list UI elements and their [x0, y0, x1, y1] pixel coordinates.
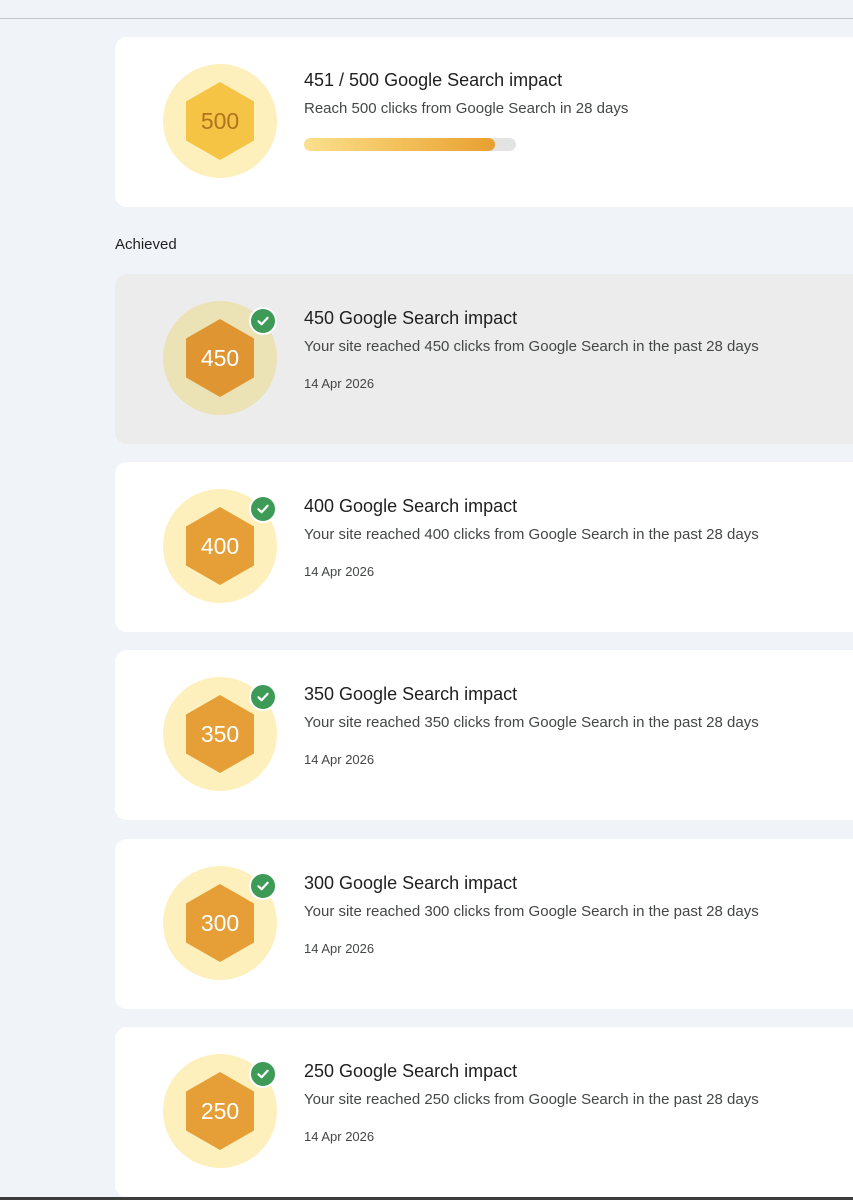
- achievement-date: 14 Apr 2026: [304, 564, 375, 579]
- check-circle-icon: [249, 872, 277, 900]
- achievement-date: 14 Apr 2026: [304, 941, 375, 956]
- achieved-section-label: Achieved: [115, 236, 177, 253]
- hexagon-badge-icon: 400: [163, 489, 277, 603]
- achievement-date: 14 Apr 2026: [304, 752, 375, 767]
- achievement-description: Your site reached 450 clicks from Google…: [304, 338, 759, 355]
- achievement-title: 300 Google Search impact: [304, 873, 518, 893]
- achievement-title: 250 Google Search impact: [304, 1061, 518, 1081]
- achievement-description: Your site reached 350 clicks from Google…: [304, 714, 759, 731]
- achievement-date: 14 Apr 2026: [304, 376, 375, 391]
- badge-value: 500: [200, 107, 240, 134]
- achievement-title: 450 Google Search impact: [304, 308, 518, 328]
- achievement-description: Your site reached 250 clicks from Google…: [304, 1091, 759, 1108]
- achievement-description: Your site reached 400 clicks from Google…: [304, 526, 759, 543]
- achievement-card[interactable]: 400 400 Google Search impact Your site r…: [115, 462, 853, 632]
- achievement-card[interactable]: 250 250 Google Search impact Your site r…: [115, 1027, 853, 1197]
- goal-title: 451 / 500 Google Search impact: [304, 70, 563, 90]
- hexagon-badge-icon: 450: [163, 301, 277, 415]
- check-circle-icon: [249, 495, 277, 523]
- hexagon-badge-icon: 250: [163, 1054, 277, 1168]
- achievement-card[interactable]: 350 350 Google Search impact Your site r…: [115, 650, 853, 820]
- achievement-title: 400 Google Search impact: [304, 496, 518, 516]
- achievement-card[interactable]: 450 450 Google Search impact Your site r…: [115, 274, 853, 444]
- goal-description: Reach 500 clicks from Google Search in 2…: [304, 100, 629, 117]
- goal-card: 500 451 / 500 Google Search impact Reach…: [115, 37, 853, 207]
- top-divider: [0, 18, 853, 19]
- hexagon-badge-icon: 350: [163, 677, 277, 791]
- check-circle-icon: [249, 307, 277, 335]
- goal-progress-bar: [304, 138, 516, 151]
- goal-progress-fill: [304, 138, 496, 151]
- achievement-card[interactable]: 300 300 Google Search impact Your site r…: [115, 839, 853, 1009]
- check-circle-icon: [249, 1060, 277, 1088]
- achievement-description: Your site reached 300 clicks from Google…: [304, 903, 759, 920]
- check-circle-icon: [249, 683, 277, 711]
- hexagon-badge-icon: 300: [163, 866, 277, 980]
- achievement-date: 14 Apr 2026: [304, 1129, 375, 1144]
- achievement-title: 350 Google Search impact: [304, 684, 518, 704]
- hexagon-badge-icon: 500: [163, 64, 277, 178]
